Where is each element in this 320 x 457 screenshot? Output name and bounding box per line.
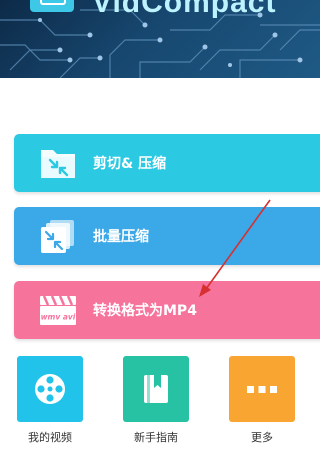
ellipsis-icon <box>247 386 277 393</box>
clapper-format-text: wmv avi <box>41 313 76 322</box>
cut-compress-label: 剪切& 压缩 <box>93 156 167 172</box>
convert-mp4-label: 转换格式为MP4 <box>93 303 197 319</box>
my-videos-label: 我的视频 <box>28 431 72 444</box>
more-label: 更多 <box>251 431 273 444</box>
batch-compress-label: 批量压缩 <box>93 229 149 245</box>
convert-mp4-button[interactable]: wmv avi 转换格式为MP4 <box>14 281 320 339</box>
header-banner: VidCompact <box>0 0 320 78</box>
cut-compress-button[interactable]: 剪切& 压缩 <box>14 134 320 192</box>
book-icon <box>144 375 168 403</box>
stacked-compress-icon <box>41 220 74 253</box>
my-videos-button[interactable] <box>17 356 83 422</box>
batch-compress-button[interactable]: 批量压缩 <box>14 207 320 265</box>
beginner-guide-label: 新手指南 <box>134 431 178 444</box>
app-logo-icon <box>30 0 74 12</box>
folder-compress-icon <box>41 150 75 178</box>
film-clapper-icon: wmv avi <box>40 295 76 325</box>
film-reel-icon <box>35 374 65 404</box>
beginner-guide-button[interactable] <box>123 356 189 422</box>
more-button[interactable] <box>229 356 295 422</box>
brand-text: VidCompact <box>92 0 277 19</box>
